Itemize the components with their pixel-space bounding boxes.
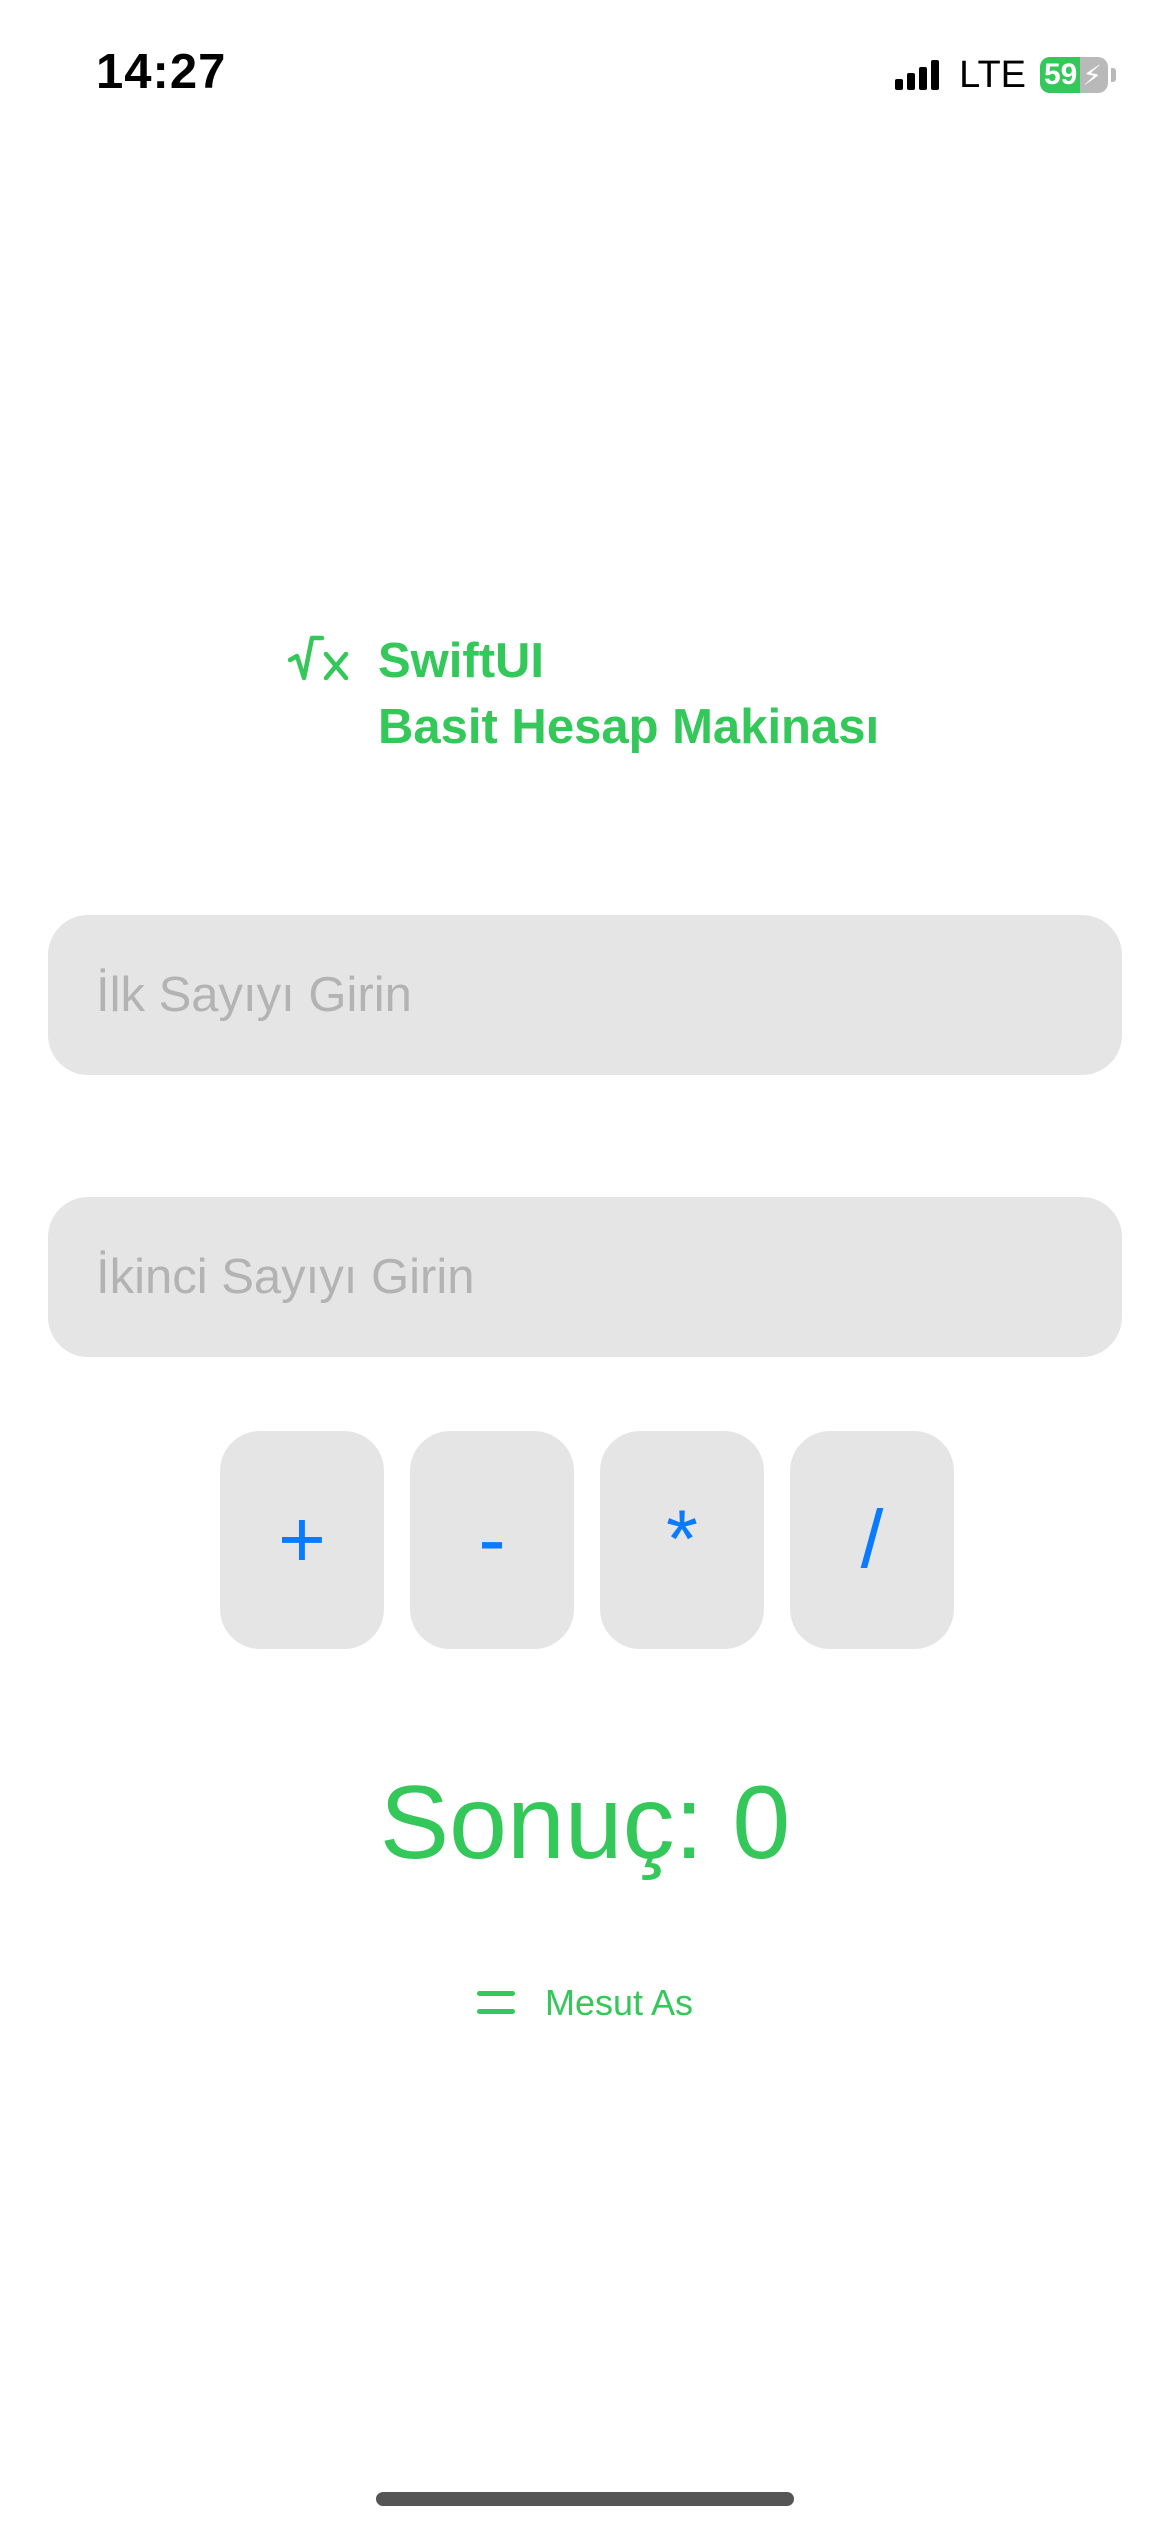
subtract-button[interactable]: - [410,1431,574,1649]
battery-cap [1111,68,1116,82]
operator-buttons: + - * / [220,1431,954,1649]
first-number-input[interactable] [48,915,1122,1075]
network-type: LTE [959,53,1026,96]
author-credit: Mesut As [0,1982,1170,2024]
status-time: 14:27 [96,45,227,99]
battery-percent: 59 [1044,58,1078,91]
app-header: SwiftUI Basit Hesap Makinası [288,628,879,760]
cellular-signal-icon [895,60,943,90]
status-indicators: LTE 59 ⚡ [895,50,1116,100]
author-name: Mesut As [544,1982,694,2023]
app-title: SwiftUI Basit Hesap Makinası [378,628,879,760]
app-title-line1: SwiftUI [378,634,545,688]
second-number-input[interactable] [48,1197,1122,1357]
square-root-x-icon [288,635,349,681]
battery-icon: 59 ⚡ [1040,57,1108,93]
divide-button[interactable]: / [790,1431,954,1649]
multiply-button[interactable]: * [600,1431,764,1649]
home-indicator[interactable] [376,2492,794,2506]
result-label: Sonuç: 0 [379,1765,791,1881]
bolt-icon: ⚡ [1082,60,1102,91]
status-bar: 14:27 LTE 59 ⚡ [0,0,1170,150]
equals-icon [476,1989,515,2017]
add-button[interactable]: + [220,1431,384,1649]
app-title-line2: Basit Hesap Makinası [378,700,880,754]
